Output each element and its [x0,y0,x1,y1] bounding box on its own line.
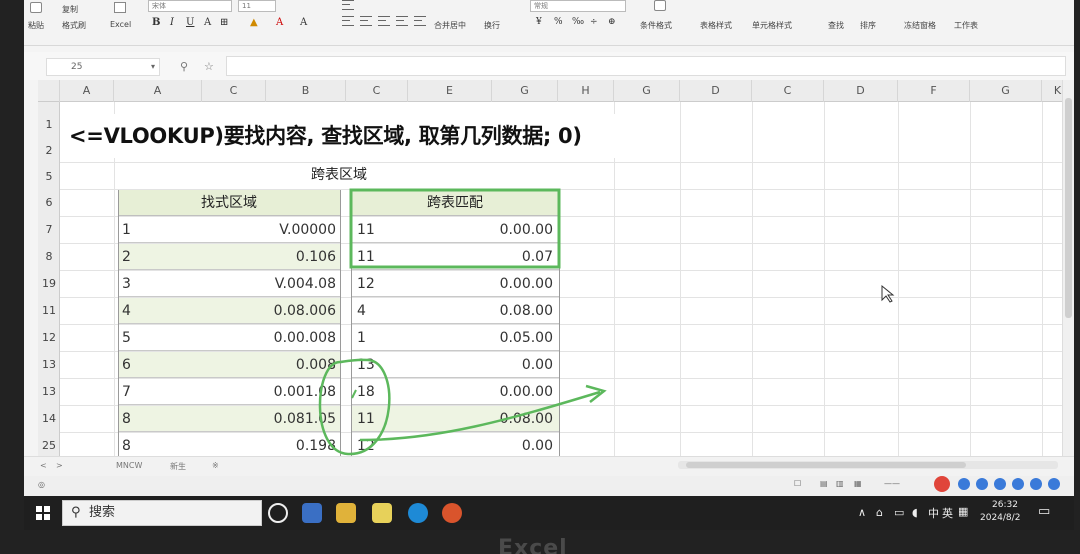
conditional-format-icon[interactable] [654,0,666,11]
indent-icon[interactable] [414,16,426,26]
search-placeholder: 搜索 [89,505,116,520]
underline-icon[interactable]: U [186,17,194,28]
search-icon[interactable]: ⚲ [180,60,188,73]
file-explorer-icon[interactable] [336,503,356,523]
cloud-icon[interactable] [958,478,970,490]
horizontal-scrollbar[interactable] [678,461,1058,469]
border-icon[interactable]: ⊞ [220,17,228,28]
zoom-slider[interactable]: —— [884,479,900,488]
find-button[interactable]: 查找 [828,20,844,31]
justify-icon[interactable] [396,16,408,26]
clear-format-icon[interactable]: A [300,17,307,28]
worksheet-button[interactable]: 工作表 [954,20,978,31]
fill-color-icon[interactable]: ▲ [250,17,258,28]
monitor-bezel-label: Excel [498,536,568,554]
view-full-icon[interactable]: ▦ [854,479,862,488]
paste-icon[interactable] [30,2,42,13]
formula-bar: 25 ▾ ⚲ ☆ [24,52,1074,80]
thousands-icon[interactable]: ‰ [572,17,584,27]
decrease-decimal-icon[interactable]: ⊕ [608,17,616,27]
currency-icon[interactable]: ¥ [536,17,542,27]
align-top-icon[interactable] [342,0,354,10]
tick-mark [351,389,357,399]
conditional-format-button[interactable]: 条件格式 [640,20,672,31]
formula-input[interactable] [226,56,1066,76]
align-center-icon[interactable] [360,16,372,26]
keyboard-icon[interactable]: ▦ [958,505,968,518]
sync-icon[interactable] [994,478,1006,490]
mouse-cursor-icon [881,284,895,303]
cortana-icon[interactable] [268,503,288,523]
share-icon[interactable] [976,478,988,490]
table-style-button[interactable]: 表格样式 [700,20,732,31]
tray-arrow-icon[interactable]: ∧ [858,506,866,519]
format-painter-button[interactable]: 格式刷 [62,20,86,31]
help-icon[interactable] [1030,478,1042,490]
clock-time[interactable]: 26:32 [992,500,1018,510]
sheet-tab[interactable]: MNCW [116,461,142,470]
windows-start-icon[interactable] [36,506,50,520]
font-name-select[interactable]: 宋体 [148,0,232,12]
scrollbar-thumb[interactable] [1065,98,1072,318]
star-icon[interactable]: ☆ [204,60,214,73]
strike-icon[interactable]: A [204,17,211,28]
clock-date[interactable]: 2024/8/2 [980,513,1020,523]
chevron-down-icon[interactable]: ▾ [151,59,155,75]
align-right-icon[interactable] [378,16,390,26]
excel-button[interactable]: Excel [110,20,131,29]
ime-indicator[interactable]: 中 [928,505,939,521]
status-icon: ◎ [38,480,45,489]
view-page-icon[interactable]: ▤ [820,479,828,488]
copy-button[interactable]: 复制 [62,4,78,15]
menu-icon[interactable] [1048,478,1060,490]
sheet-tab[interactable]: 新生 [170,461,186,472]
network-icon[interactable]: ⌂ [876,506,883,519]
prev-sheet-icon[interactable]: < [40,461,47,470]
search-icon: ⚲ [71,505,81,520]
italic-icon[interactable]: I [170,17,174,28]
settings-icon[interactable] [1012,478,1024,490]
view-break-icon[interactable]: ▥ [836,479,844,488]
status-bar: ◎ ☐ ▤ ▥ ▦ —— [24,476,1074,496]
wechat-icon[interactable] [372,503,392,523]
vertical-scrollbar[interactable] [1062,80,1074,456]
align-left-icon[interactable] [342,16,354,26]
ime-mode[interactable]: 英 [942,505,953,521]
sheet-grid[interactable]: A A C B C E G H G D C D F G K 1 2 5 6 7 … [38,80,1074,456]
edge-icon[interactable] [408,503,428,523]
number-format-select[interactable]: 常规 [530,0,626,12]
freeze-button[interactable]: 冻结窗格 [904,20,936,31]
task-view-icon[interactable] [302,503,322,523]
app-icon[interactable] [442,503,462,523]
cell-ref: 25 [71,62,83,72]
volume-icon[interactable]: ◖ [912,506,918,519]
sort-button[interactable]: 排序 [860,20,876,31]
bold-icon[interactable]: B [152,17,160,28]
next-sheet-icon[interactable]: > [56,461,63,470]
font-size-select[interactable]: 11 [238,0,276,12]
font-color-icon[interactable]: A [276,17,283,28]
increase-decimal-icon[interactable]: ÷ [590,17,598,27]
percent-icon[interactable]: % [554,17,563,27]
highlight-box [349,188,561,269]
wrap-button[interactable]: 换行 [484,20,500,31]
annotation-overlay [318,188,895,456]
cell-style-button[interactable]: 单元格样式 [752,20,792,31]
wps-icon[interactable] [934,476,950,492]
scrollbar-thumb[interactable] [686,462,966,468]
windows-taskbar: ⚲ 搜索 ∧ ⌂ ▭ ◖ 中 英 ▦ 26:32 2024/8/2 ▭ [24,496,1074,530]
notification-icon[interactable]: ▭ [1038,504,1050,519]
view-normal-icon[interactable]: ☐ [794,479,801,488]
ribbon-toolbar: 粘贴 复制 格式刷 Excel 宋体 11 B I U A ⊞ ▲ A A 合并… [24,0,1074,46]
triangle-icon [114,2,126,13]
paste-button[interactable]: 粘贴 [28,20,44,31]
arrow-line [359,390,601,442]
add-sheet-icon[interactable]: ※ [212,461,219,470]
merge-button[interactable]: 合并居中 [434,20,466,31]
photo-of-monitor: 粘贴 复制 格式刷 Excel 宋体 11 B I U A ⊞ ▲ A A 合并… [0,0,1080,554]
spreadsheet-window: 粘贴 复制 格式刷 Excel 宋体 11 B I U A ⊞ ▲ A A 合并… [24,0,1074,496]
display-icon[interactable]: ▭ [894,506,904,519]
name-box[interactable]: 25 ▾ [46,58,160,76]
taskbar-search-box[interactable]: ⚲ 搜索 [62,500,262,526]
